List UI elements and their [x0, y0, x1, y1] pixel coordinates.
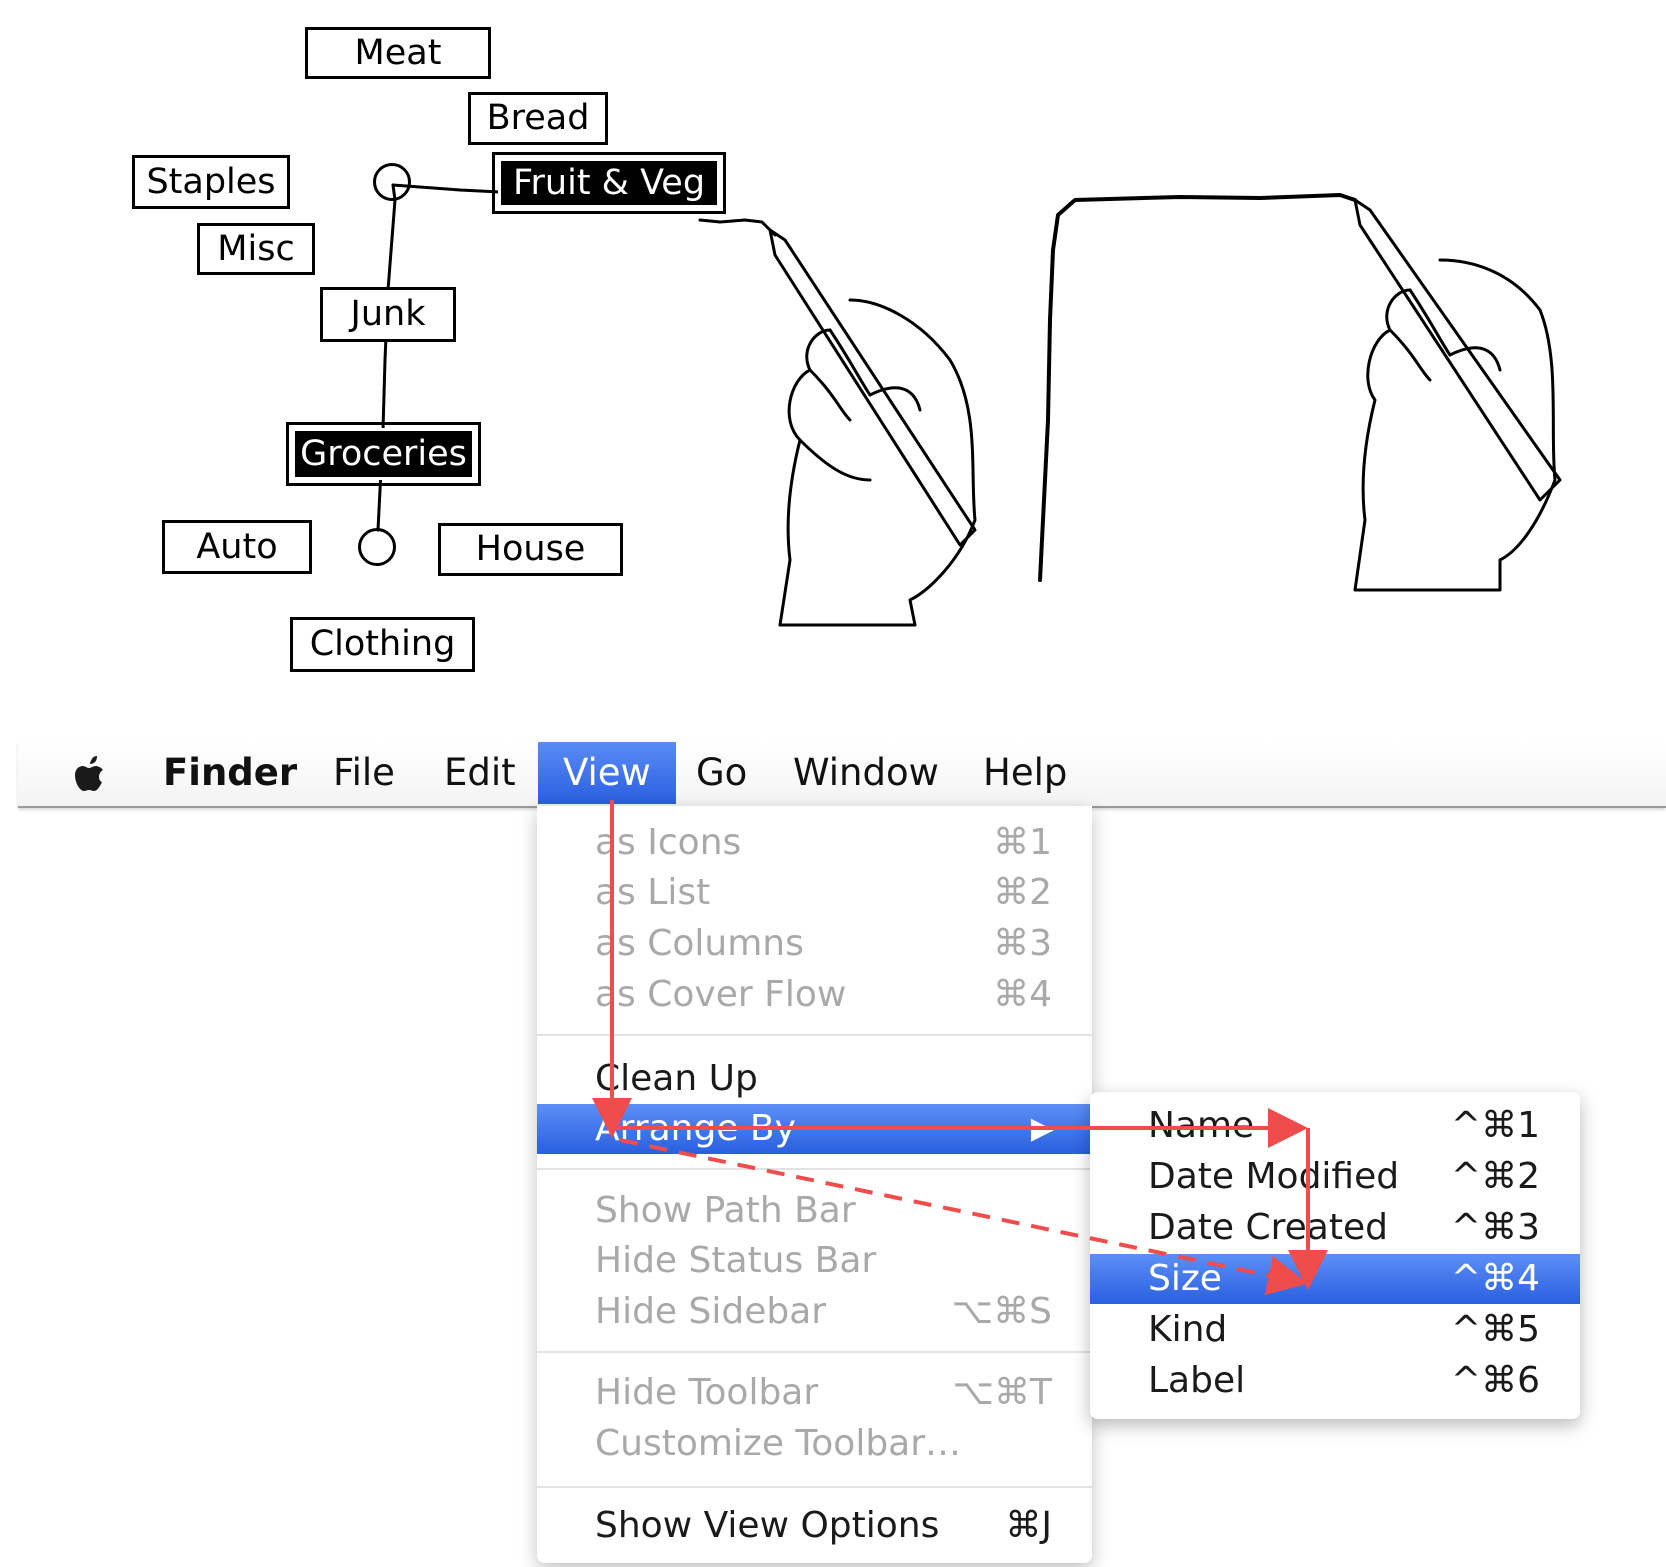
menu-item-clean-up[interactable]: Clean Up [537, 1054, 1092, 1104]
menu-item-label: as Icons [595, 822, 742, 863]
shortcut-label: ^⌘4 [1450, 1258, 1540, 1299]
marking-item-house: House [438, 523, 623, 576]
shortcut-label: ^⌘1 [1450, 1105, 1540, 1146]
shortcut-label: ^⌘6 [1450, 1360, 1540, 1401]
menu-item-label: Name [1148, 1105, 1255, 1146]
shortcut-label: ^⌘5 [1450, 1309, 1540, 1350]
menu-item-label: Size [1148, 1258, 1222, 1299]
menu-item-label: Kind [1148, 1309, 1228, 1350]
shortcut-label: ⌥⌘S [951, 1291, 1052, 1332]
shortcut-label: ⌘3 [993, 923, 1052, 964]
menu-item-label: Customize Toolbar… [595, 1423, 962, 1464]
gesture-stroke [1038, 193, 1357, 582]
pen-trail-left [698, 218, 777, 237]
shortcut-label: ⌘1 [993, 822, 1052, 863]
view-menu-dropdown: as Icons ⌘1 as List ⌘2 as Columns ⌘3 as … [537, 806, 1092, 1563]
menu-center-circle [358, 528, 396, 566]
menu-item-customize-toolbar[interactable]: Customize Toolbar… [537, 1419, 1092, 1469]
submenu-item-name[interactable]: Name ^⌘1 [1090, 1101, 1580, 1151]
menu-item-label: as Cover Flow [595, 974, 847, 1015]
menu-item-label: Hide Status Bar [595, 1240, 877, 1281]
submenu-center-circle [373, 163, 411, 201]
menu-item-label: Show View Options [595, 1505, 940, 1546]
submenu-item-label[interactable]: Label ^⌘6 [1090, 1356, 1580, 1406]
menu-item-hide-status-bar[interactable]: Hide Status Bar [537, 1236, 1092, 1286]
menu-file[interactable]: File [333, 742, 395, 804]
menu-view[interactable]: View [538, 742, 676, 804]
menu-item-label: Hide Sidebar [595, 1291, 827, 1332]
marking-menu-figure: Meat Bread Staples Fruit & Veg Misc Junk… [0, 0, 1666, 700]
arrange-by-submenu: Name ^⌘1 Date Modified ^⌘2 Date Created … [1090, 1092, 1580, 1419]
shortcut-label: ⌘2 [993, 872, 1052, 913]
menu-item-label: Label [1148, 1360, 1246, 1401]
hand-drawing-left [768, 228, 977, 627]
submenu-arrow-icon: ▶ [1030, 1111, 1054, 1146]
marking-menu-strokes [376, 183, 1562, 627]
menu-item-arrange-by[interactable]: Arrange By ▶ [537, 1104, 1092, 1154]
menu-finder[interactable]: Finder [163, 742, 297, 804]
menu-item-label: Show Path Bar [595, 1190, 856, 1231]
menu-item-show-path-bar[interactable]: Show Path Bar [537, 1186, 1092, 1236]
hand-drawing-right [1353, 198, 1562, 592]
menu-item-label: Hide Toolbar [595, 1372, 819, 1413]
marking-item-meat: Meat [305, 27, 491, 79]
submenu-item-kind[interactable]: Kind ^⌘5 [1090, 1305, 1580, 1355]
marking-item-misc: Misc [197, 223, 315, 275]
menu-item-label: as List [595, 872, 711, 913]
menu-item-hide-sidebar[interactable]: Hide Sidebar ⌥⌘S [537, 1287, 1092, 1337]
menu-item-label: Date Created [1148, 1207, 1388, 1248]
apple-icon[interactable] [70, 754, 112, 798]
marking-item-clothing: Clothing [290, 617, 475, 672]
menu-item-label: Date Modified [1148, 1156, 1400, 1197]
menu-separator [537, 1168, 1092, 1170]
menu-edit[interactable]: Edit [444, 742, 516, 804]
menu-bar: Finder File Edit View Go Window Help [18, 742, 1666, 808]
marking-item-groceries: Groceries [286, 422, 481, 486]
shortcut-label: ⌘4 [993, 974, 1052, 1015]
marking-item-staples: Staples [132, 155, 290, 209]
menu-item-hide-toolbar[interactable]: Hide Toolbar ⌥⌘T [537, 1368, 1092, 1418]
menu-window[interactable]: Window [793, 742, 939, 804]
submenu-item-date-created[interactable]: Date Created ^⌘3 [1090, 1203, 1580, 1253]
menu-help[interactable]: Help [983, 742, 1067, 804]
shortcut-label: ^⌘3 [1450, 1207, 1540, 1248]
menu-item-as-list[interactable]: as List ⌘2 [537, 868, 1092, 918]
marking-item-fruit-veg: Fruit & Veg [492, 152, 726, 214]
marking-item-bread: Bread [468, 92, 608, 145]
menu-separator [537, 1351, 1092, 1353]
marking-item-auto: Auto [162, 520, 312, 574]
menu-item-label: Arrange By [595, 1108, 796, 1149]
menu-item-label: as Columns [595, 923, 804, 964]
menu-item-label: Clean Up [595, 1058, 758, 1099]
menu-separator [537, 1486, 1092, 1488]
shortcut-label: ^⌘2 [1450, 1156, 1540, 1197]
shortcut-label: ⌥⌘T [952, 1372, 1052, 1413]
menu-item-as-icons[interactable]: as Icons ⌘1 [537, 818, 1092, 868]
menu-item-as-columns[interactable]: as Columns ⌘3 [537, 919, 1092, 969]
menu-item-show-view-options[interactable]: Show View Options ⌘J [537, 1501, 1092, 1551]
submenu-item-date-modified[interactable]: Date Modified ^⌘2 [1090, 1152, 1580, 1202]
menu-go[interactable]: Go [696, 742, 747, 804]
submenu-item-size[interactable]: Size ^⌘4 [1090, 1254, 1580, 1304]
menu-separator [537, 1034, 1092, 1036]
menu-item-as-cover-flow[interactable]: as Cover Flow ⌘4 [537, 970, 1092, 1020]
marking-item-junk: Junk [320, 287, 456, 342]
shortcut-label: ⌘J [1005, 1505, 1052, 1546]
